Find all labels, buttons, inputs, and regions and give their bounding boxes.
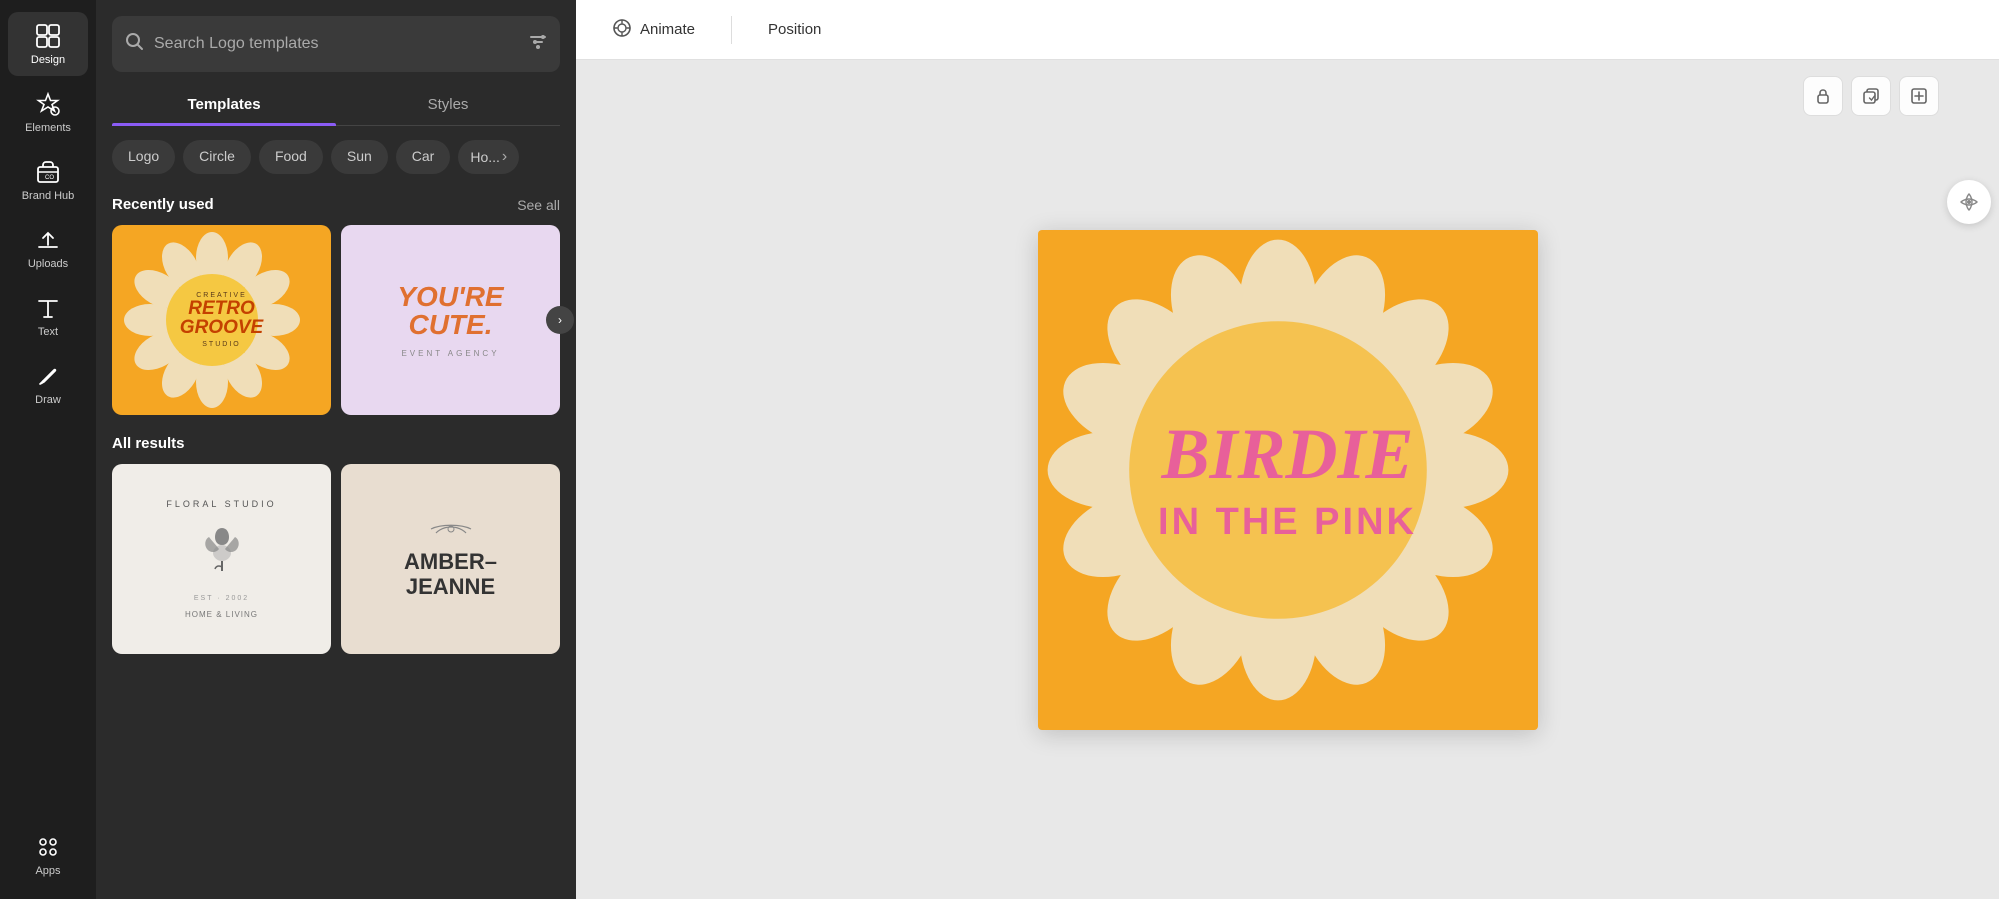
sidebar-item-uploads[interactable]: Uploads: [8, 216, 88, 280]
toolbar-divider: [731, 16, 732, 44]
canvas-area: Animate Position: [576, 0, 1999, 899]
sidebar-item-brand-hub[interactable]: CO Brand Hub: [8, 148, 88, 212]
sidebar-item-draw-label: Draw: [35, 394, 61, 406]
sidebar-item-elements-label: Elements: [25, 122, 71, 134]
sidebar-item-draw[interactable]: Draw: [8, 352, 88, 416]
template-youre-cute[interactable]: YOU'RE CUTE. EVENT AGENCY: [341, 225, 560, 415]
templates-panel: Templates Styles Logo Circle Food Sun Ca…: [96, 0, 576, 899]
recently-used-title: Recently used: [112, 196, 214, 213]
chip-food[interactable]: Food: [259, 140, 323, 174]
recently-used-header: Recently used See all: [112, 196, 560, 213]
birdie-line2: IN THE PINK: [1158, 502, 1417, 544]
search-icon: [124, 31, 144, 57]
sidebar-item-apps[interactable]: Apps: [8, 823, 88, 887]
canvas-top-icons: [1803, 76, 1939, 116]
sidebar-item-design[interactable]: Design: [8, 12, 88, 76]
sidebar-item-elements[interactable]: Elements: [8, 80, 88, 144]
template-floral-studio[interactable]: FLORAL STUDIO EST · 2002 HOME & LIVING: [112, 464, 331, 654]
chip-car[interactable]: Car: [396, 140, 451, 174]
category-chips: Logo Circle Food Sun Car Ho... ›: [96, 126, 576, 188]
search-input[interactable]: [154, 35, 518, 53]
text-icon: [34, 294, 62, 322]
all-results-header: All results: [112, 435, 560, 452]
ai-float-button[interactable]: [1947, 180, 1991, 224]
lock-button[interactable]: [1803, 76, 1843, 116]
svg-text:CO: CO: [45, 175, 54, 181]
panel-content: Recently used See all: [96, 188, 576, 899]
sidebar-item-text[interactable]: Text: [8, 284, 88, 348]
position-button[interactable]: Position: [752, 13, 837, 46]
carousel-next-button[interactable]: ›: [546, 306, 574, 334]
design-canvas: BIRDIE IN THE PINK: [1038, 230, 1538, 730]
animate-icon: [612, 18, 632, 42]
elements-icon: [34, 90, 62, 118]
top-toolbar: Animate Position: [576, 0, 1999, 60]
chip-circle[interactable]: Circle: [183, 140, 251, 174]
search-bar: [112, 16, 560, 72]
see-all-button[interactable]: See all: [517, 197, 560, 213]
chip-logo[interactable]: Logo: [112, 140, 175, 174]
template-amber-jeanne[interactable]: AMBER–JEANNE: [341, 464, 560, 654]
template-retro-groove[interactable]: CREATIVE RETRO GROOVE STUDIO: [112, 225, 331, 415]
birdie-text: BIRDIE IN THE PINK: [1158, 415, 1417, 544]
all-results-grid: FLORAL STUDIO EST · 2002 HOME & LIVING: [112, 464, 560, 654]
panel-tabs: Templates Styles: [112, 84, 560, 126]
draw-icon: [34, 362, 62, 390]
recent-grid: CREATIVE RETRO GROOVE STUDIO YOU'RE CUTE…: [112, 225, 560, 415]
canvas-viewport: BIRDIE IN THE PINK: [576, 60, 1999, 899]
brand-hub-icon: CO: [34, 158, 62, 186]
tab-styles[interactable]: Styles: [336, 84, 560, 125]
sidebar-item-apps-label: Apps: [35, 865, 60, 877]
filter-icon[interactable]: [528, 32, 548, 57]
icon-sidebar: Design Elements CO Brand Hub: [0, 0, 96, 899]
uploads-icon: [34, 226, 62, 254]
sidebar-item-brand-hub-label: Brand Hub: [22, 190, 75, 202]
animate-button[interactable]: Animate: [596, 10, 711, 50]
copy-to-button[interactable]: [1851, 76, 1891, 116]
design-icon: [34, 22, 62, 50]
add-page-button[interactable]: [1899, 76, 1939, 116]
apps-icon: [34, 833, 62, 861]
all-results-title: All results: [112, 435, 185, 452]
birdie-line1: BIRDIE: [1158, 415, 1417, 494]
sidebar-item-design-label: Design: [31, 54, 65, 66]
chip-sun[interactable]: Sun: [331, 140, 388, 174]
sidebar-item-text-label: Text: [38, 326, 58, 338]
tab-templates[interactable]: Templates: [112, 84, 336, 125]
sidebar-item-uploads-label: Uploads: [28, 258, 68, 270]
chip-more[interactable]: Ho... ›: [458, 140, 519, 174]
